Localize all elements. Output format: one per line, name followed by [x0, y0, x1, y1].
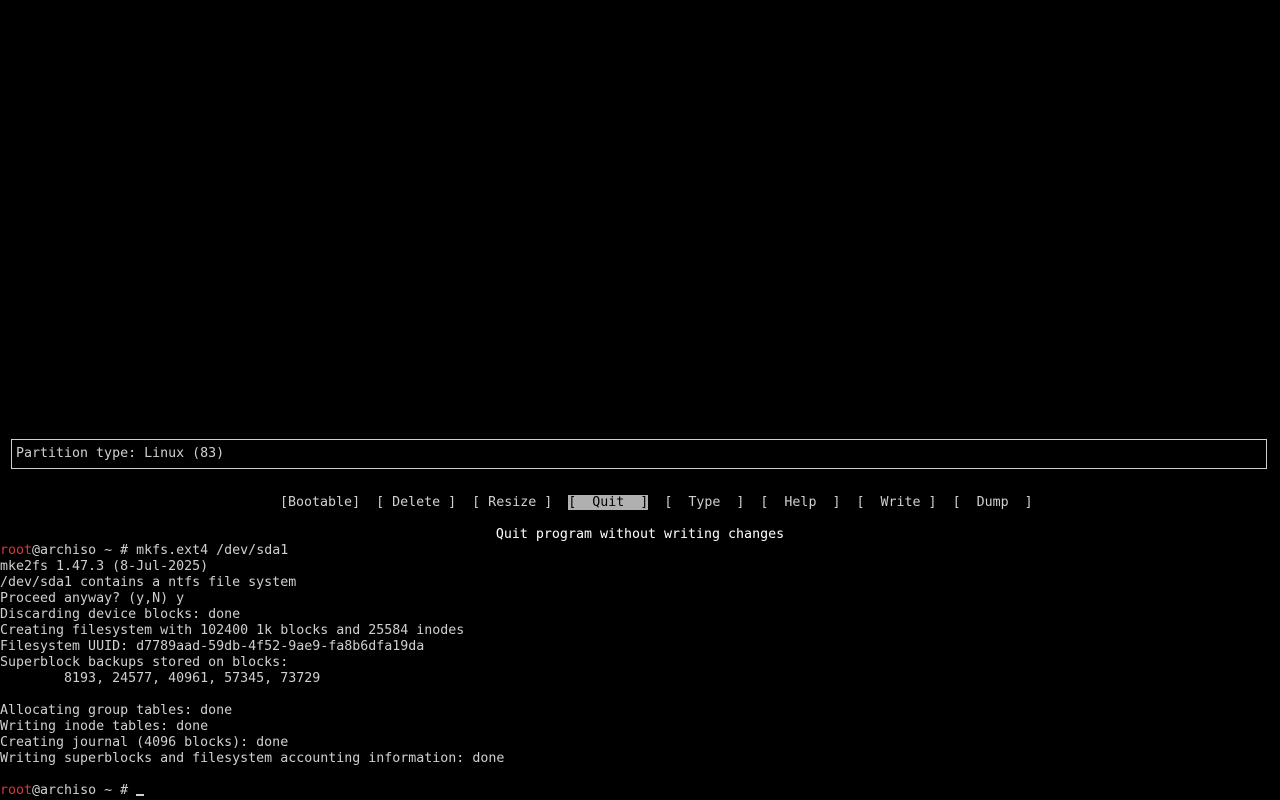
output-line: Discarding device blocks: done	[0, 607, 241, 622]
partition-type-text: Partition type: Linux (83)	[16, 446, 225, 461]
menu-delete-button[interactable]: [ Delete ]	[376, 495, 456, 510]
text-cursor	[136, 794, 145, 796]
menu-hint-text: Quit program without writing changes	[495, 527, 785, 542]
output-line: Creating filesystem with 102400 1k block…	[0, 623, 465, 638]
cfdisk-menu: [Bootable] [ Delete ] [ Resize ] [ Quit …	[264, 479, 1033, 511]
output-line: Writing superblocks and filesystem accou…	[0, 751, 505, 766]
menu-write-button[interactable]: [ Write ]	[856, 495, 936, 510]
command-line: root@archiso ~ # mkfs.ext4 /dev/sda1	[0, 543, 288, 559]
output-line: 8193, 24577, 40961, 57345, 73729	[0, 671, 321, 686]
menu-help-button[interactable]: [ Help ]	[760, 495, 840, 510]
menu-quit-button[interactable]: [ Quit ]	[568, 495, 649, 510]
terminal-prompt[interactable]: root@archiso ~ #	[0, 783, 145, 799]
menu-dump-button[interactable]: [ Dump ]	[953, 495, 1033, 510]
prompt-host: @archiso ~ #	[32, 783, 137, 798]
output-line: /dev/sda1 contains a ntfs file system	[0, 575, 297, 590]
menu-bootable-button[interactable]: [Bootable]	[280, 495, 360, 510]
output-line: Writing inode tables: done	[0, 719, 209, 734]
output-line: Superblock backups stored on blocks:	[0, 655, 289, 670]
output-line: Creating journal (4096 blocks): done	[0, 735, 289, 750]
menu-type-button[interactable]: [ Type ]	[664, 495, 744, 510]
partition-info-box: Partition type: Linux (83)	[11, 439, 1267, 469]
menu-resize-button[interactable]: [ Resize ]	[472, 495, 552, 510]
prompt-host: @archiso ~ #	[32, 543, 137, 558]
output-line: Proceed anyway? (y,N) y	[0, 591, 185, 606]
output-line: mke2fs 1.47.3 (8-Jul-2025)	[0, 559, 209, 574]
output-line: Filesystem UUID: d7789aad-59db-4f52-9ae9…	[0, 639, 425, 654]
output-line: Allocating group tables: done	[0, 703, 233, 718]
prompt-user: root	[0, 783, 33, 798]
prompt-user: root	[0, 543, 33, 558]
command-text: mkfs.ext4 /dev/sda1	[136, 543, 289, 558]
